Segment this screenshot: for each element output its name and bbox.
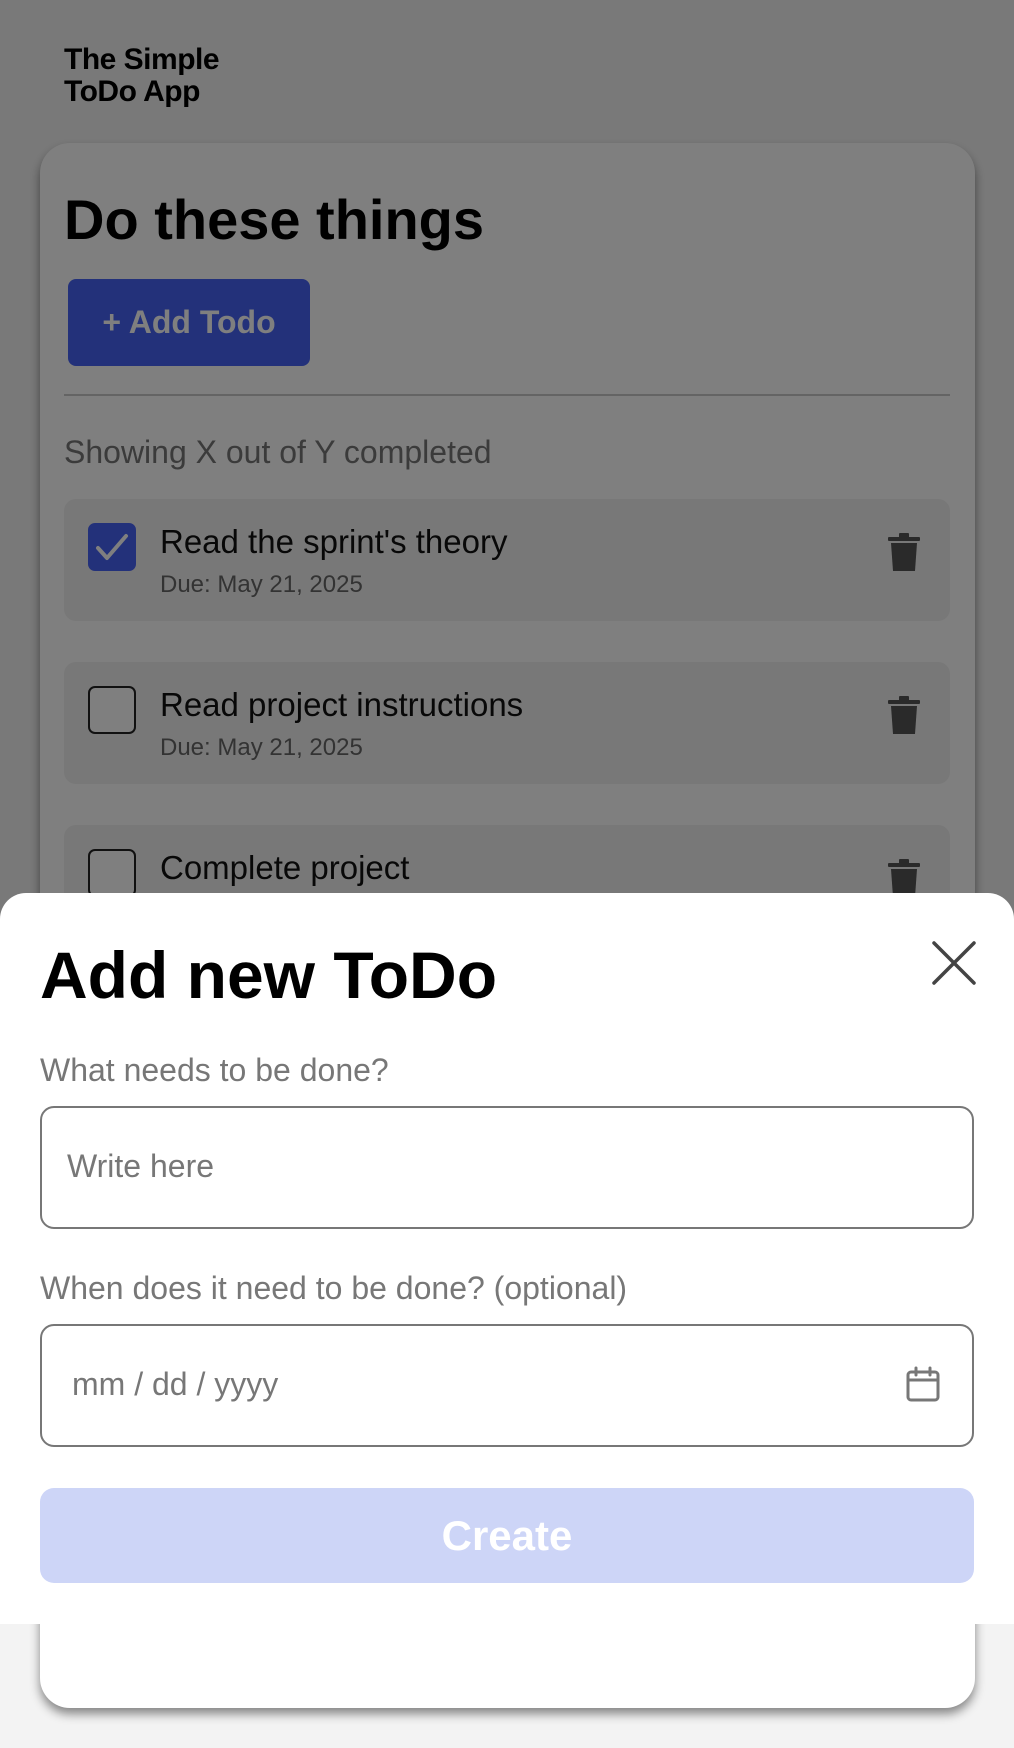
due-date-label: When does it need to be done? (optional) bbox=[40, 1270, 628, 1306]
close-icon[interactable] bbox=[930, 939, 978, 987]
todo-text-placeholder: Write here bbox=[67, 1148, 215, 1184]
create-button[interactable]: Create bbox=[40, 1488, 974, 1583]
modal-title: Add new ToDo bbox=[40, 938, 498, 1012]
add-todo-modal: Add new ToDo What needs to be done? Writ… bbox=[0, 893, 1014, 1624]
todo-text-input[interactable]: Write here bbox=[40, 1106, 974, 1229]
calendar-icon[interactable] bbox=[906, 1366, 940, 1402]
due-date-placeholder: mm / dd / yyyy bbox=[72, 1366, 279, 1402]
todo-text-label: What needs to be done? bbox=[40, 1052, 389, 1088]
due-date-input[interactable]: mm / dd / yyyy bbox=[40, 1324, 974, 1447]
